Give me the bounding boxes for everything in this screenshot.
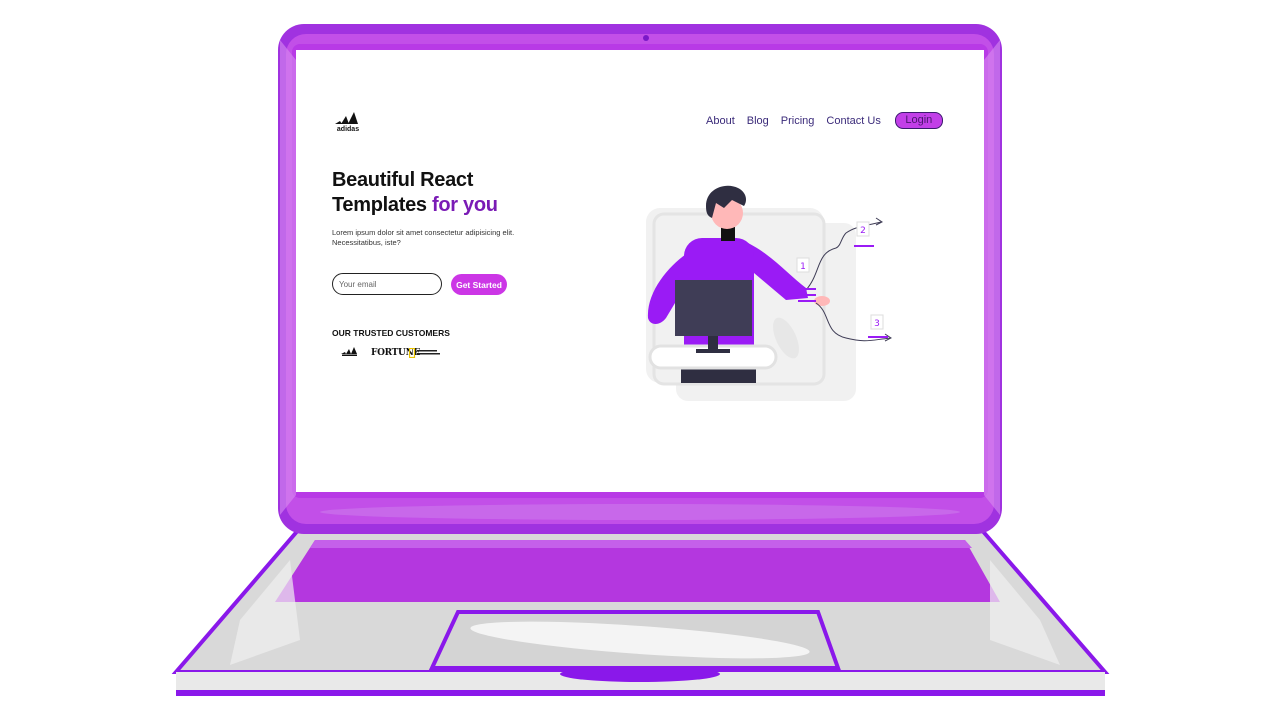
person-at-computer-illustration: 1 2 3 bbox=[646, 185, 892, 401]
main-nav: About Blog Pricing Contact Us Login bbox=[706, 112, 943, 129]
email-placeholder: Your email bbox=[339, 279, 377, 289]
national-geographic-logo bbox=[409, 348, 440, 358]
get-started-button[interactable]: Get Started bbox=[451, 274, 507, 295]
email-input[interactable]: Your email bbox=[332, 273, 442, 295]
hero-title-line2: Templates bbox=[332, 194, 427, 216]
node-label-1: 1 bbox=[800, 262, 806, 272]
svg-text:adidas: adidas bbox=[337, 126, 359, 132]
node-label-2: 2 bbox=[860, 226, 866, 236]
adidas-small-logo bbox=[341, 347, 357, 356]
login-button[interactable]: Login bbox=[894, 112, 943, 129]
nav-contact-us[interactable]: Contact Us bbox=[826, 115, 880, 127]
trusted-customers-heading: OUR TRUSTED CUSTOMERS bbox=[332, 328, 450, 338]
nav-about[interactable]: About bbox=[706, 115, 735, 127]
nav-blog[interactable]: Blog bbox=[747, 115, 769, 127]
hero-title-line1: Beautiful React bbox=[332, 169, 474, 191]
node-label-3: 3 bbox=[874, 319, 880, 329]
hero-title-accent: for you bbox=[432, 194, 498, 216]
adidas-logo: adidas bbox=[335, 112, 359, 132]
hero-description: Lorem ipsum dolor sit amet consectetur a… bbox=[332, 228, 515, 247]
hero-title: Beautiful React Templates for you bbox=[332, 168, 592, 218]
nav-pricing[interactable]: Pricing bbox=[781, 115, 815, 127]
website-screen: adidas About Blog Pricing Contact Us Log… bbox=[296, 50, 984, 492]
